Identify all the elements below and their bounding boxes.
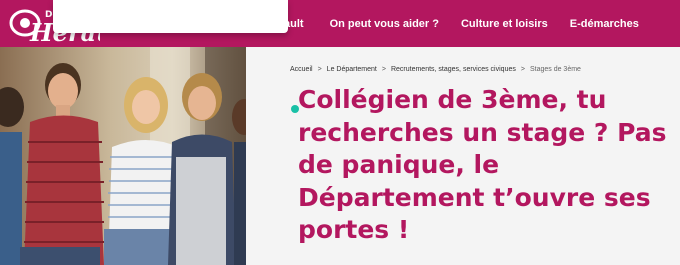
dropdown-panel (53, 0, 288, 33)
main-nav: ault On peut vous aider ? Culture et loi… (284, 0, 661, 47)
top-navigation-bar: De Hérault ault On peut vous aider ? Cul… (0, 0, 680, 47)
hero-photo-students (0, 47, 246, 265)
breadcrumb-separator-icon: > (317, 66, 322, 73)
breadcrumb-le-departement[interactable]: Le Département (327, 66, 377, 73)
breadcrumb-separator-icon: > (520, 66, 525, 73)
nav-item-e-demarches[interactable]: E-démarches (570, 18, 639, 30)
breadcrumb-separator-icon: > (381, 66, 386, 73)
breadcrumb-current-page: Stages de 3ème (529, 66, 581, 73)
nav-item-aide[interactable]: On peut vous aider ? (330, 18, 439, 30)
page-title-line: Collégien de 3ème, tu (298, 85, 607, 114)
breadcrumb-accueil[interactable]: Accueil (290, 66, 313, 73)
page-title: Collégien de 3ème, tu recherches un stag… (298, 84, 680, 247)
main-content: Accueil > Le Département > Recrutements,… (246, 47, 680, 265)
breadcrumb-recrutements[interactable]: Recrutements, stages, services civiques (391, 66, 516, 73)
page-title-line: Département t’ouvre ses (298, 182, 651, 212)
page-title-line: portes ! (298, 215, 410, 244)
page-title-line: de panique, le (298, 150, 500, 179)
nav-item-herault[interactable]: ault (284, 18, 304, 30)
breadcrumb: Accueil > Le Département > Recrutements,… (290, 66, 581, 73)
nav-item-culture-loisirs[interactable]: Culture et loisirs (461, 18, 548, 30)
page-title-line: recherches un stage ? Pas (298, 117, 667, 147)
